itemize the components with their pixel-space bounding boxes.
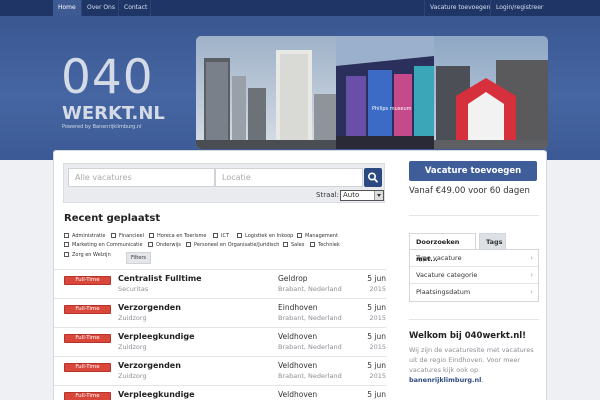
job-location: Veldhoven xyxy=(278,332,318,341)
category-checkbox[interactable]: Horeca en Toerisme xyxy=(149,233,206,239)
job-title[interactable]: Centralist Fulltime xyxy=(118,274,202,283)
category-checkbox[interactable]: Marketing en Communicatie xyxy=(64,242,143,248)
nav-vacature-toevoegen[interactable]: Vacature toevoegen xyxy=(425,0,495,16)
job-type-badge: Full-Time xyxy=(64,334,111,343)
job-title[interactable]: Verzorgenden xyxy=(118,303,181,312)
category-checkbox[interactable]: Onderwijs xyxy=(148,242,181,248)
job-company: Zuidzorg xyxy=(118,343,147,351)
category-checkbox[interactable]: Zorg en Welzijn xyxy=(64,252,111,258)
main-panel: Alle vacatures Locatie Straal: Auto Rece… xyxy=(53,150,547,400)
tab-tags[interactable]: Tags xyxy=(479,233,506,250)
job-row[interactable]: Full-Time Centralist Fulltime Securitas … xyxy=(54,269,386,298)
search-keyword-input[interactable]: Alle vacatures xyxy=(68,168,215,187)
nav-divider xyxy=(150,0,151,16)
job-type-badge: Full-Time xyxy=(64,363,111,372)
category-checkbox[interactable]: Techniek xyxy=(310,242,340,248)
chevron-right-icon: › xyxy=(530,271,533,279)
category-checkbox[interactable]: Administratie xyxy=(64,233,105,239)
job-type-badge: Full-Time xyxy=(64,392,111,400)
menu-item-plaatsingsdatum[interactable]: Plaatsingsdatum › xyxy=(410,284,538,301)
radius-label: Straal: xyxy=(316,191,339,199)
category-checkbox[interactable]: Personeel en Organisatie/Juridisch xyxy=(186,242,279,248)
job-row[interactable]: Full-Time Verpleegkundige Veldhoven 5 ju… xyxy=(54,385,386,400)
job-row[interactable]: Full-Time Verpleegkundige Zuidzorg Veldh… xyxy=(54,327,386,356)
job-year: 2015 xyxy=(369,314,386,322)
job-region: Brabant, Nederland xyxy=(278,285,342,293)
site-header: 040 WERKT.NL Powered by Banenrijklimburg… xyxy=(0,16,600,160)
welcome-link[interactable]: banenrijklimburg.nl xyxy=(409,376,481,384)
job-row[interactable]: Full-Time Verzorgenden Zuidzorg Eindhove… xyxy=(54,298,386,327)
job-company: Zuidzorg xyxy=(118,372,147,380)
job-title[interactable]: Verpleegkundige xyxy=(118,390,195,399)
job-row[interactable]: Full-Time Verzorgenden Zuidzorg Veldhove… xyxy=(54,356,386,385)
sidebar-tabs: Doorzoeken met... Tags xyxy=(409,233,539,263)
job-title[interactable]: Verpleegkundige xyxy=(118,332,195,341)
sidebar-divider xyxy=(409,215,539,216)
job-year: 2015 xyxy=(369,372,386,380)
job-date: 5 jun xyxy=(367,303,386,312)
nav-contact[interactable]: Contact xyxy=(119,0,152,16)
chevron-right-icon: › xyxy=(530,254,533,262)
top-navbar: Home Over Ons Contact Vacature toevoegen… xyxy=(0,0,600,16)
job-region: Brabant, Nederland xyxy=(278,314,342,322)
job-type-badge: Full-Time xyxy=(64,276,111,285)
welcome-heading: Welkom bij 040werkt.nl! xyxy=(409,331,527,341)
category-checkbox[interactable]: Financieel xyxy=(111,233,144,239)
job-date: 5 jun xyxy=(367,332,386,341)
search-box: Alle vacatures Locatie Straal: Auto xyxy=(63,163,385,203)
filters-button[interactable]: Filters xyxy=(126,252,151,264)
job-location: Veldhoven xyxy=(278,361,318,370)
city-photo-collage: Philips museum xyxy=(196,36,548,149)
sidebar-divider xyxy=(409,319,539,320)
menu-item-type-vacature[interactable]: Type vacature › xyxy=(410,250,538,267)
welcome-text: Wij zijn de vacaturesite met vacatures u… xyxy=(409,346,534,384)
logo-number[interactable]: 040 xyxy=(61,53,154,103)
job-year: 2015 xyxy=(369,285,386,293)
nav-over-ons[interactable]: Over Ons xyxy=(82,0,120,16)
job-date: 5 jun xyxy=(367,361,386,370)
job-company: Zuidzorg xyxy=(118,314,147,322)
add-vacancy-button[interactable]: Vacature toevoegen xyxy=(409,161,537,181)
logo-name[interactable]: WERKT.NL xyxy=(62,104,165,124)
chevron-down-icon xyxy=(374,191,383,200)
category-checkbox[interactable]: ICT xyxy=(213,233,229,239)
job-location: Geldrop xyxy=(278,274,308,283)
job-company: Securitas xyxy=(118,285,149,293)
job-location: Veldhoven xyxy=(278,390,318,399)
price-text: Vanaf €49.00 voor 60 dagen xyxy=(409,186,530,196)
logo-tagline: Powered by Banenrijklimburg.nl xyxy=(62,124,142,130)
search-icon xyxy=(368,172,378,183)
search-button[interactable] xyxy=(364,168,382,187)
chevron-right-icon: › xyxy=(530,288,533,296)
job-date: 5 jun xyxy=(367,390,386,399)
header-banner-image: Philips museum xyxy=(196,36,548,149)
category-checkbox[interactable]: Logistiek en Inkoop xyxy=(237,233,293,239)
job-date: 5 jun xyxy=(367,274,386,283)
browse-menu: Type vacature › Vacature categorie › Plaat… xyxy=(409,249,539,302)
category-checkbox[interactable]: Management xyxy=(297,233,338,239)
nav-login-registreer[interactable]: Login/registreer xyxy=(491,0,548,16)
search-location-input[interactable]: Locatie xyxy=(215,168,363,187)
job-location: Eindhoven xyxy=(278,303,318,312)
job-type-badge: Full-Time xyxy=(64,305,111,314)
tab-doorzoeken[interactable]: Doorzoeken met... xyxy=(409,233,476,263)
menu-item-vacature-categorie[interactable]: Vacature categorie › xyxy=(410,267,538,284)
job-region: Brabant, Nederland xyxy=(278,372,342,380)
nav-home[interactable]: Home xyxy=(53,0,81,16)
job-region: Brabant, Nederland xyxy=(278,343,342,351)
job-year: 2015 xyxy=(369,343,386,351)
category-checkbox[interactable]: Sales xyxy=(283,242,304,248)
job-title[interactable]: Verzorgenden xyxy=(118,361,181,370)
banner-sign-text: Philips museum xyxy=(372,106,412,112)
recent-heading: Recent geplaatst xyxy=(64,213,161,224)
radius-select[interactable]: Auto xyxy=(340,190,384,201)
radius-select-value: Auto xyxy=(343,191,360,199)
